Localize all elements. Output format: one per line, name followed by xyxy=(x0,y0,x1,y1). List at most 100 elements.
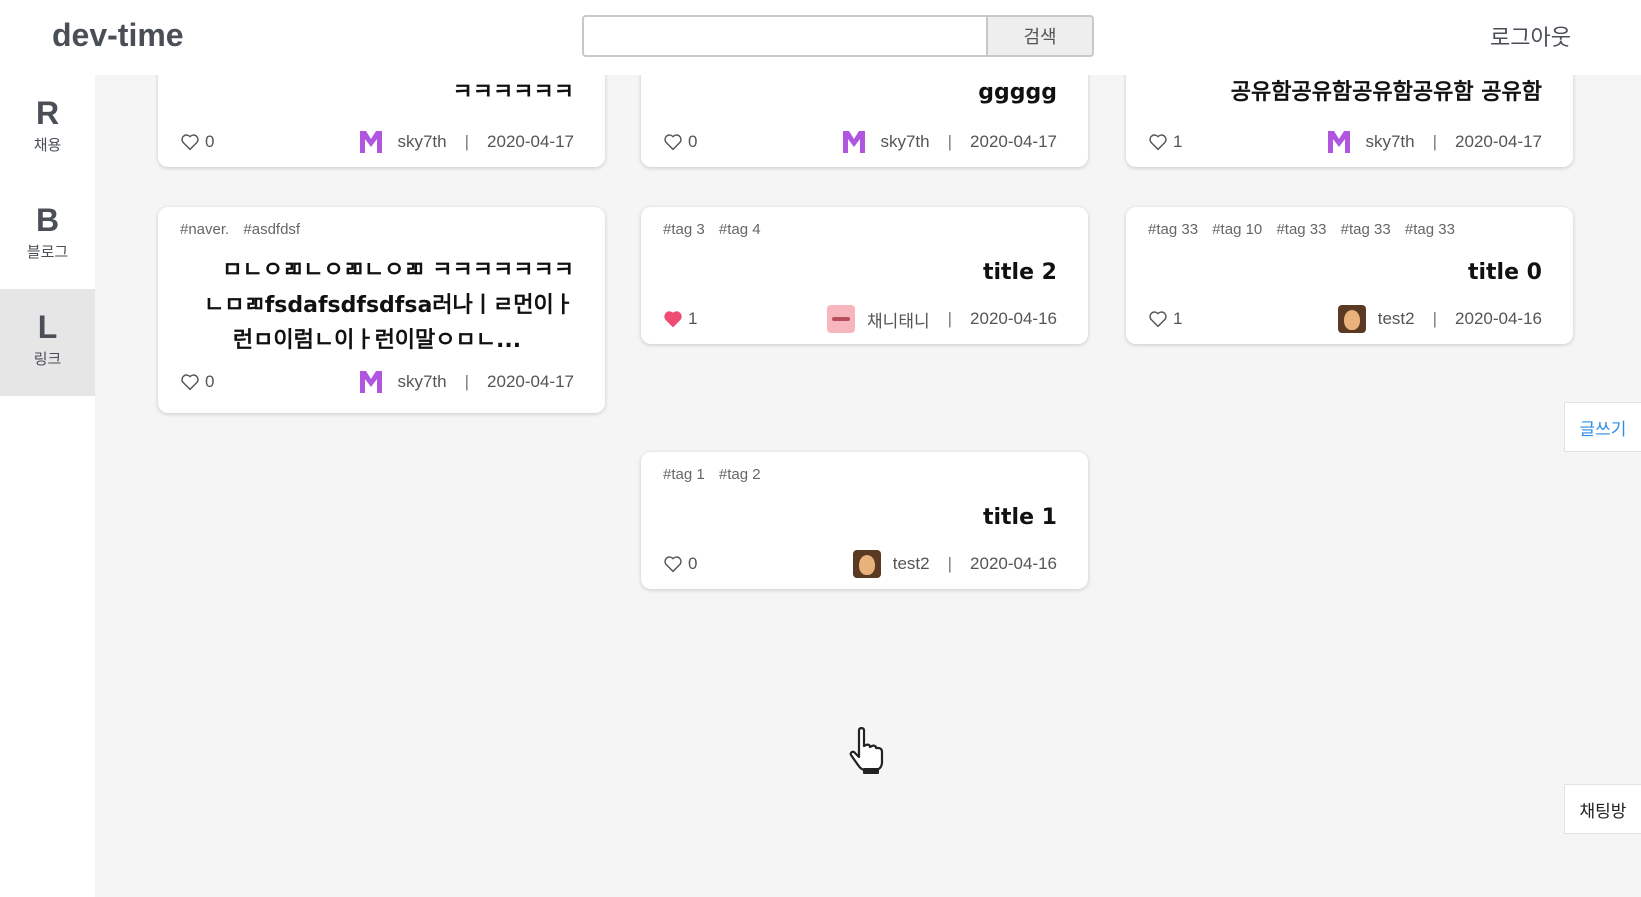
post-date: 2020-04-17 xyxy=(1455,132,1542,151)
tag[interactable]: #tag 33 xyxy=(1405,221,1455,238)
separator: | xyxy=(947,309,953,328)
author-name: sky7th xyxy=(880,132,930,151)
card-title-line: ㄴㅁㄻfsdafsdfsdfsa러나ㅣㄹ먼이ㅏ xyxy=(203,293,574,318)
sidebar-item-letter: L xyxy=(37,309,58,345)
heart-outline-icon xyxy=(181,374,199,391)
sidebar-item-label: 블로그 xyxy=(26,243,69,261)
avatar xyxy=(357,368,386,396)
heart-outline-icon xyxy=(1149,134,1167,151)
post-card[interactable]: #tag 33 #tag 10 #tag 33 #tag 33 #tag 33 … xyxy=(1126,207,1573,344)
like-button[interactable]: 0 xyxy=(663,554,697,574)
separator: | xyxy=(464,372,470,391)
card-footer: 0 sky7th | 2020-04-17 xyxy=(180,127,574,157)
sidebar-item-letter: R xyxy=(35,95,60,131)
card-tags: #tag 3 #tag 4 xyxy=(663,221,771,238)
author[interactable]: 채니태니 xyxy=(827,305,930,333)
tag[interactable]: #tag 3 xyxy=(663,221,705,238)
search-input[interactable] xyxy=(582,15,986,57)
tag[interactable]: #tag 4 xyxy=(719,221,761,238)
card-title: ㅋㅋㅋㅋㅋㅋ xyxy=(452,80,574,105)
sidebar-item-label: 링크 xyxy=(33,350,62,368)
card-footer: 0 sky7th | 2020-04-17 xyxy=(180,367,574,397)
card-footer: 1 채니태니 | 2020-04-16 xyxy=(663,304,1057,334)
post-card[interactable]: #tag 1 #tag 2 title 1 0 test2 | 2020-04-… xyxy=(641,452,1088,589)
sidebar-item-label: 채용 xyxy=(33,136,62,154)
avatar xyxy=(357,128,386,156)
author-name: test2 xyxy=(892,554,930,573)
avatar xyxy=(1325,128,1354,156)
post-date: 2020-04-17 xyxy=(970,132,1057,151)
like-button[interactable]: 0 xyxy=(663,132,697,152)
logout-button[interactable]: 로그아웃 xyxy=(1490,20,1571,52)
app-logo[interactable]: dev-time xyxy=(52,17,184,54)
heart-outline-icon xyxy=(181,134,199,151)
tag[interactable]: #tag 33 xyxy=(1341,221,1391,238)
avatar xyxy=(852,550,881,578)
author[interactable]: test2 xyxy=(852,550,930,578)
tag[interactable]: #tag 33 xyxy=(1148,221,1198,238)
separator: | xyxy=(947,554,953,573)
avatar xyxy=(1337,305,1366,333)
card-title: title 1 xyxy=(982,505,1057,530)
author[interactable]: sky7th xyxy=(840,128,930,156)
post-date: 2020-04-16 xyxy=(1455,309,1542,328)
top-header: dev-time 검색 로그아웃 xyxy=(0,0,1641,75)
chat-room-button[interactable]: 채팅방 xyxy=(1564,784,1641,834)
tag[interactable]: #tag 2 xyxy=(719,466,761,483)
card-title: ggggg xyxy=(978,80,1057,105)
author[interactable]: sky7th xyxy=(357,368,447,396)
heart-outline-icon xyxy=(1149,311,1167,328)
like-button[interactable]: 1 xyxy=(1148,132,1182,152)
search-bar: 검색 xyxy=(582,15,1094,57)
like-count: 1 xyxy=(1173,132,1183,151)
author-name: sky7th xyxy=(397,372,447,391)
sidebar-item-blog[interactable]: B 블로그 xyxy=(0,182,95,289)
author-name: sky7th xyxy=(1365,132,1415,151)
sidebar-item-link[interactable]: L 링크 xyxy=(0,289,95,396)
post-date: 2020-04-17 xyxy=(487,132,574,151)
post-card[interactable]: #tag 3 #tag 4 title 2 1 채니태니 | 2020-04-1… xyxy=(641,207,1088,344)
like-button[interactable]: 1 xyxy=(1148,309,1182,329)
card-title: ㅁㄴㅇㄻㄴㅇㄻㄴㅇㄻ ㅋㅋㅋㅋㅋㅋㅋ ㄴㅁㄻfsdafsdfsdfsa러나ㅣㄹ먼… xyxy=(180,253,574,358)
sidebar-item-letter: B xyxy=(35,202,60,238)
like-button[interactable]: 0 xyxy=(180,132,214,152)
write-post-button[interactable]: 글쓰기 xyxy=(1564,402,1641,452)
like-count: 0 xyxy=(688,554,698,573)
card-title: title 0 xyxy=(1467,260,1542,285)
post-date: 2020-04-16 xyxy=(970,309,1057,328)
author-name: 채니태니 xyxy=(867,311,930,331)
sidebar: R 채용 B 블로그 L 링크 xyxy=(0,75,95,897)
card-title-line: ㅁㄴㅇㄻㄴㅇㄻㄴㅇㄻ ㅋㅋㅋㅋㅋㅋㅋ xyxy=(222,258,574,283)
like-count: 0 xyxy=(205,132,215,151)
like-button[interactable]: 1 xyxy=(663,309,697,329)
tag[interactable]: #tag 1 xyxy=(663,466,705,483)
heart-filled-icon xyxy=(664,311,682,328)
post-date: 2020-04-17 xyxy=(487,372,574,391)
like-count: 1 xyxy=(688,309,698,328)
post-date: 2020-04-16 xyxy=(970,554,1057,573)
card-title-line: 런ㅁ이럼ㄴ이ㅏ런이말ㅇㅁㄴ... xyxy=(232,328,522,353)
card-tags: #naver. #asdfdsf xyxy=(180,221,310,238)
author-name: test2 xyxy=(1377,309,1415,328)
card-tags: #tag 1 #tag 2 xyxy=(663,466,771,483)
card-tags: #tag 33 #tag 10 #tag 33 #tag 33 #tag 33 xyxy=(1148,221,1465,238)
heart-outline-icon xyxy=(664,556,682,573)
card-footer: 0 sky7th | 2020-04-17 xyxy=(663,127,1057,157)
sidebar-item-recruit[interactable]: R 채용 xyxy=(0,75,95,182)
hand-pointer-icon xyxy=(849,727,884,774)
author[interactable]: sky7th xyxy=(1325,128,1415,156)
card-footer: 1 test2 | 2020-04-16 xyxy=(1148,304,1542,334)
like-button[interactable]: 0 xyxy=(180,372,214,392)
separator: | xyxy=(1432,132,1438,151)
post-card[interactable]: #naver. #asdfdsf ㅁㄴㅇㄻㄴㅇㄻㄴㅇㄻ ㅋㅋㅋㅋㅋㅋㅋ ㄴㅁㄻf… xyxy=(158,207,605,413)
author[interactable]: sky7th xyxy=(357,128,447,156)
author[interactable]: test2 xyxy=(1337,305,1415,333)
search-button[interactable]: 검색 xyxy=(986,15,1094,57)
tag[interactable]: #tag 10 xyxy=(1212,221,1262,238)
tag[interactable]: #tag 33 xyxy=(1276,221,1326,238)
card-title: 공유함공유함공유함공유함 공유함 xyxy=(1230,80,1542,105)
tag[interactable]: #asdfdsf xyxy=(243,221,300,238)
separator: | xyxy=(1432,309,1438,328)
card-footer: 0 test2 | 2020-04-16 xyxy=(663,549,1057,579)
tag[interactable]: #naver. xyxy=(180,221,229,238)
